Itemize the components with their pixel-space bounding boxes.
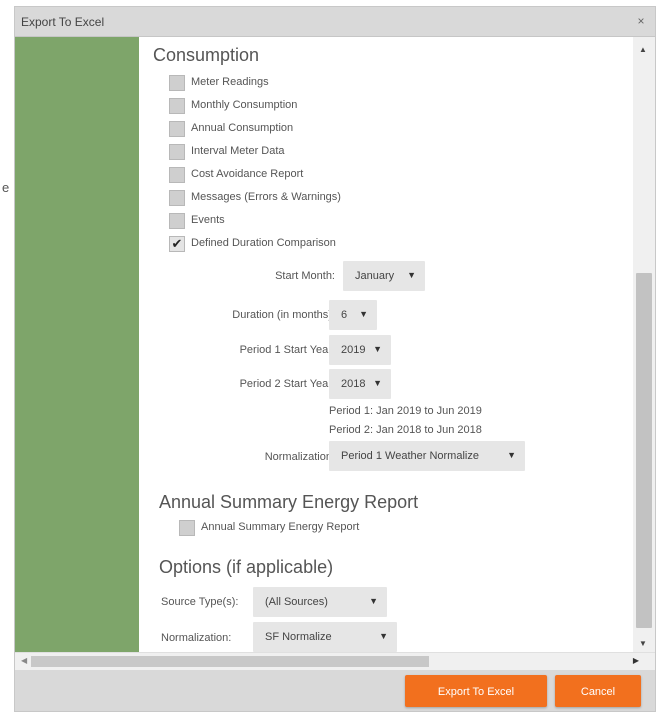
duration-select[interactable]: 6 ▼ [329, 300, 377, 330]
checkbox[interactable] [179, 520, 195, 536]
options-heading: Options (if applicable) [159, 557, 334, 577]
source-types-select[interactable]: (All Sources) ▼ [253, 587, 387, 617]
vertical-scroll-thumb[interactable] [636, 273, 652, 628]
page-background: e [0, 0, 14, 715]
dialog-content: Consumption Meter Readings Monthly Consu… [139, 37, 633, 652]
horizontal-scrollbar[interactable]: ◀ ▶ [15, 652, 655, 670]
export-dialog: Export To Excel × Consumption Meter Read… [14, 6, 656, 712]
select-value: January [355, 270, 395, 282]
chevron-down-icon: ▼ [373, 344, 382, 354]
start-month-label: Start Month: [275, 270, 335, 282]
period1-summary: Period 1: Jan 2019 to Jun 2019 [329, 405, 482, 417]
select-value: SF Normalize [265, 631, 332, 643]
checkbox[interactable] [169, 144, 185, 160]
checkbox-label: Annual Consumption [191, 122, 294, 134]
period1-start-label: Period 1 Start Year: [239, 344, 335, 356]
scroll-left-icon[interactable]: ◀ [21, 656, 27, 665]
period1-start-select[interactable]: 2019 ▼ [329, 335, 391, 365]
select-value: 6 [341, 309, 348, 321]
background-text: e [2, 180, 10, 195]
period2-start-select[interactable]: 2018 ▼ [329, 369, 391, 399]
dialog-footer: Export To Excel Cancel [15, 670, 655, 711]
duration-label: Duration (in months): [232, 309, 335, 321]
vertical-scrollbar[interactable]: ▲ ▼ [633, 37, 655, 652]
cancel-button[interactable]: Cancel [555, 675, 641, 707]
checkbox-label: Interval Meter Data [191, 145, 285, 157]
horizontal-scroll-thumb[interactable] [31, 656, 429, 667]
side-panel [15, 37, 139, 652]
chevron-down-icon: ▼ [379, 631, 388, 641]
period2-summary: Period 2: Jan 2018 to Jun 2018 [329, 424, 482, 436]
checkbox[interactable] [169, 167, 185, 183]
source-types-label: Source Type(s): [161, 596, 239, 608]
close-icon[interactable]: × [633, 13, 649, 29]
scroll-up-icon[interactable]: ▲ [639, 45, 647, 54]
scroll-down-icon[interactable]: ▼ [639, 639, 647, 648]
options-normalization-select[interactable]: SF Normalize ▼ [253, 622, 397, 652]
check-icon[interactable]: ✔ [169, 236, 185, 252]
normalization-select[interactable]: Period 1 Weather Normalize ▼ [329, 441, 525, 471]
start-month-select[interactable]: January ▼ [343, 261, 425, 291]
options-normalization-label: Normalization: [161, 632, 232, 644]
chevron-down-icon: ▼ [507, 450, 516, 460]
select-value: 2019 [341, 344, 366, 356]
dialog-titlebar: Export To Excel × [15, 7, 655, 37]
checkbox-label: Meter Readings [191, 76, 269, 88]
checkbox[interactable] [169, 190, 185, 206]
dialog-title: Export To Excel [21, 15, 105, 29]
period2-start-label: Period 2 Start Year: [239, 378, 335, 390]
select-value: Period 1 Weather Normalize [341, 450, 479, 462]
chevron-down-icon: ▼ [369, 596, 378, 606]
checkbox[interactable] [169, 75, 185, 91]
chevron-down-icon: ▼ [373, 378, 382, 388]
normalization-label: Normalization: [264, 451, 335, 463]
annual-summary-heading: Annual Summary Energy Report [159, 492, 419, 512]
chevron-down-icon: ▼ [407, 270, 416, 280]
select-value: 2018 [341, 378, 366, 390]
checkbox-label: Messages (Errors & Warnings) [191, 191, 341, 203]
checkbox[interactable] [169, 121, 185, 137]
checkbox[interactable] [169, 98, 185, 114]
checkbox-label: Events [191, 214, 225, 226]
export-to-excel-button[interactable]: Export To Excel [405, 675, 547, 707]
checkbox-label: Cost Avoidance Report [191, 168, 304, 180]
consumption-heading: Consumption [153, 45, 260, 65]
scroll-right-icon[interactable]: ▶ [633, 656, 639, 665]
checkbox-label: Annual Summary Energy Report [201, 521, 360, 533]
checkbox-label: Defined Duration Comparison [191, 237, 336, 249]
checkbox[interactable] [169, 213, 185, 229]
checkbox-label: Monthly Consumption [191, 99, 298, 111]
chevron-down-icon: ▼ [359, 309, 368, 319]
select-value: (All Sources) [265, 596, 328, 608]
